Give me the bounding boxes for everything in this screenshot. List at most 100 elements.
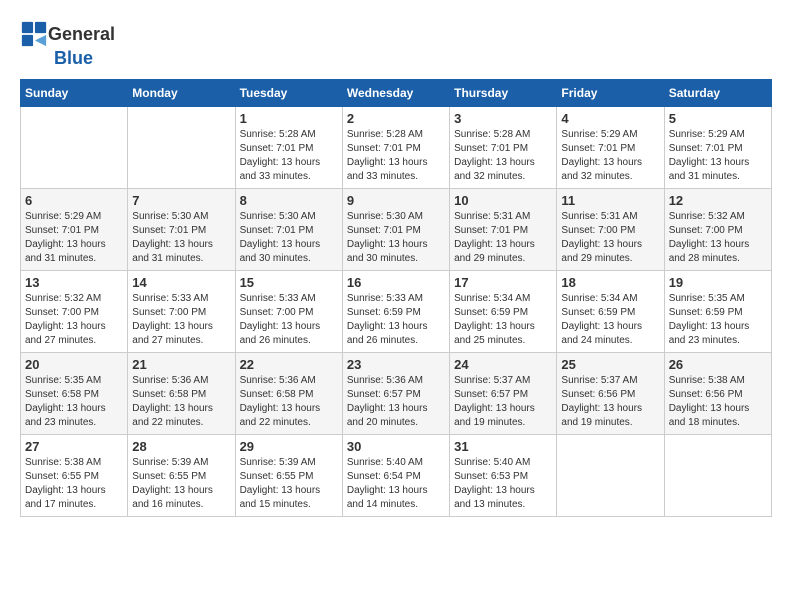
weekday-header-tuesday: Tuesday [235,80,342,107]
calendar-day-cell: 26 Sunrise: 5:38 AMSunset: 6:56 PMDayligh… [664,353,771,435]
day-info: Sunrise: 5:35 AMSunset: 6:59 PMDaylight:… [669,292,767,348]
calendar-day-cell: 17 Sunrise: 5:34 AMSunset: 6:59 PMDayligh… [450,271,557,353]
calendar-day-cell: 30 Sunrise: 5:40 AMSunset: 6:54 PMDayligh… [342,435,449,517]
calendar-day-cell: 18 Sunrise: 5:34 AMSunset: 6:59 PMDayligh… [557,271,664,353]
calendar-day-cell: 13Sunrise: 5:32 AMSunset: 7:00 PMDayligh… [21,271,128,353]
day-info: Sunrise: 5:33 AMSunset: 7:00 PMDaylight:… [240,292,338,348]
calendar: SundayMondayTuesdayWednesdayThursdayFrid… [20,79,772,517]
calendar-day-cell: 24 Sunrise: 5:37 AMSunset: 6:57 PMDayligh… [450,353,557,435]
calendar-week-row: 6 Sunrise: 5:29 AMSunset: 7:01 PMDaylight… [21,189,772,271]
weekday-header-thursday: Thursday [450,80,557,107]
day-number: 27 [25,439,123,454]
weekday-header-saturday: Saturday [664,80,771,107]
day-number: 26 [669,357,767,372]
day-number: 17 [454,275,552,290]
day-info: Sunrise: 5:28 AMSunset: 7:01 PMDaylight:… [454,128,552,184]
calendar-week-row: 27 Sunrise: 5:38 AMSunset: 6:55 PMDayligh… [21,435,772,517]
day-number: 5 [669,111,767,126]
day-number: 14 [132,275,230,290]
day-info: Sunrise: 5:33 AMSunset: 7:00 PMDaylight:… [132,292,230,348]
calendar-day-cell: 14 Sunrise: 5:33 AMSunset: 7:00 PMDayligh… [128,271,235,353]
day-number: 10 [454,193,552,208]
calendar-day-cell: 31 Sunrise: 5:40 AMSunset: 6:53 PMDayligh… [450,435,557,517]
day-info: Sunrise: 5:32 AMSunset: 7:00 PMDaylight:… [25,292,123,348]
logo-general-text: General [48,24,115,45]
day-number: 6 [25,193,123,208]
day-number: 16 [347,275,445,290]
day-info: Sunrise: 5:39 AMSunset: 6:55 PMDaylight:… [240,456,338,512]
day-info: Sunrise: 5:39 AMSunset: 6:55 PMDaylight:… [132,456,230,512]
weekday-header-sunday: Sunday [21,80,128,107]
calendar-day-cell: 20 Sunrise: 5:35 AMSunset: 6:58 PMDayligh… [21,353,128,435]
calendar-day-cell: 28 Sunrise: 5:39 AMSunset: 6:55 PMDayligh… [128,435,235,517]
empty-cell [557,435,664,517]
calendar-day-cell: 6 Sunrise: 5:29 AMSunset: 7:01 PMDaylight… [21,189,128,271]
day-info: Sunrise: 5:28 AMSunset: 7:01 PMDaylight:… [347,128,445,184]
calendar-day-cell: 15 Sunrise: 5:33 AMSunset: 7:00 PMDayligh… [235,271,342,353]
day-number: 3 [454,111,552,126]
day-info: Sunrise: 5:29 AMSunset: 7:01 PMDaylight:… [669,128,767,184]
day-info: Sunrise: 5:34 AMSunset: 6:59 PMDaylight:… [561,292,659,348]
day-info: Sunrise: 5:29 AMSunset: 7:01 PMDaylight:… [561,128,659,184]
calendar-week-row: 20 Sunrise: 5:35 AMSunset: 6:58 PMDayligh… [21,353,772,435]
day-info: Sunrise: 5:31 AMSunset: 7:00 PMDaylight:… [561,210,659,266]
calendar-day-cell: 25 Sunrise: 5:37 AMSunset: 6:56 PMDayligh… [557,353,664,435]
calendar-day-cell: 16 Sunrise: 5:33 AMSunset: 6:59 PMDayligh… [342,271,449,353]
day-number: 1 [240,111,338,126]
day-number: 15 [240,275,338,290]
day-info: Sunrise: 5:36 AMSunset: 6:58 PMDaylight:… [132,374,230,430]
day-number: 2 [347,111,445,126]
day-number: 25 [561,357,659,372]
day-number: 20 [25,357,123,372]
day-info: Sunrise: 5:38 AMSunset: 6:56 PMDaylight:… [669,374,767,430]
day-info: Sunrise: 5:37 AMSunset: 6:56 PMDaylight:… [561,374,659,430]
day-number: 18 [561,275,659,290]
calendar-day-cell: 11 Sunrise: 5:31 AMSunset: 7:00 PMDayligh… [557,189,664,271]
day-info: Sunrise: 5:37 AMSunset: 6:57 PMDaylight:… [454,374,552,430]
day-info: Sunrise: 5:40 AMSunset: 6:53 PMDaylight:… [454,456,552,512]
weekday-header-row: SundayMondayTuesdayWednesdayThursdayFrid… [21,80,772,107]
day-number: 23 [347,357,445,372]
weekday-header-friday: Friday [557,80,664,107]
empty-cell [128,107,235,189]
day-number: 28 [132,439,230,454]
day-info: Sunrise: 5:34 AMSunset: 6:59 PMDaylight:… [454,292,552,348]
empty-cell [664,435,771,517]
calendar-day-cell: 4 Sunrise: 5:29 AMSunset: 7:01 PMDaylight… [557,107,664,189]
day-number: 4 [561,111,659,126]
weekday-header-monday: Monday [128,80,235,107]
day-number: 19 [669,275,767,290]
day-info: Sunrise: 5:36 AMSunset: 6:58 PMDaylight:… [240,374,338,430]
logo: General Blue [20,20,115,69]
calendar-day-cell: 7Sunrise: 5:30 AMSunset: 7:01 PMDaylight… [128,189,235,271]
calendar-day-cell: 10Sunrise: 5:31 AMSunset: 7:01 PMDayligh… [450,189,557,271]
header: General Blue [20,20,772,69]
day-info: Sunrise: 5:40 AMSunset: 6:54 PMDaylight:… [347,456,445,512]
day-number: 30 [347,439,445,454]
calendar-day-cell: 21 Sunrise: 5:36 AMSunset: 6:58 PMDayligh… [128,353,235,435]
day-info: Sunrise: 5:30 AMSunset: 7:01 PMDaylight:… [240,210,338,266]
day-number: 24 [454,357,552,372]
day-info: Sunrise: 5:35 AMSunset: 6:58 PMDaylight:… [25,374,123,430]
day-number: 21 [132,357,230,372]
calendar-day-cell: 19 Sunrise: 5:35 AMSunset: 6:59 PMDayligh… [664,271,771,353]
calendar-day-cell: 22 Sunrise: 5:36 AMSunset: 6:58 PMDayligh… [235,353,342,435]
calendar-day-cell: 23 Sunrise: 5:36 AMSunset: 6:57 PMDayligh… [342,353,449,435]
day-number: 8 [240,193,338,208]
day-info: Sunrise: 5:36 AMSunset: 6:57 PMDaylight:… [347,374,445,430]
calendar-day-cell: 1 Sunrise: 5:28 AMSunset: 7:01 PMDaylight… [235,107,342,189]
calendar-day-cell: 5 Sunrise: 5:29 AMSunset: 7:01 PMDaylight… [664,107,771,189]
day-number: 11 [561,193,659,208]
calendar-day-cell: 3 Sunrise: 5:28 AMSunset: 7:01 PMDaylight… [450,107,557,189]
calendar-week-row: 13Sunrise: 5:32 AMSunset: 7:00 PMDayligh… [21,271,772,353]
day-number: 22 [240,357,338,372]
day-info: Sunrise: 5:30 AMSunset: 7:01 PMDaylight:… [347,210,445,266]
day-info: Sunrise: 5:28 AMSunset: 7:01 PMDaylight:… [240,128,338,184]
calendar-day-cell: 29Sunrise: 5:39 AMSunset: 6:55 PMDayligh… [235,435,342,517]
day-number: 31 [454,439,552,454]
weekday-header-wednesday: Wednesday [342,80,449,107]
day-info: Sunrise: 5:33 AMSunset: 6:59 PMDaylight:… [347,292,445,348]
day-info: Sunrise: 5:38 AMSunset: 6:55 PMDaylight:… [25,456,123,512]
day-info: Sunrise: 5:29 AMSunset: 7:01 PMDaylight:… [25,210,123,266]
logo-icon [20,20,48,48]
